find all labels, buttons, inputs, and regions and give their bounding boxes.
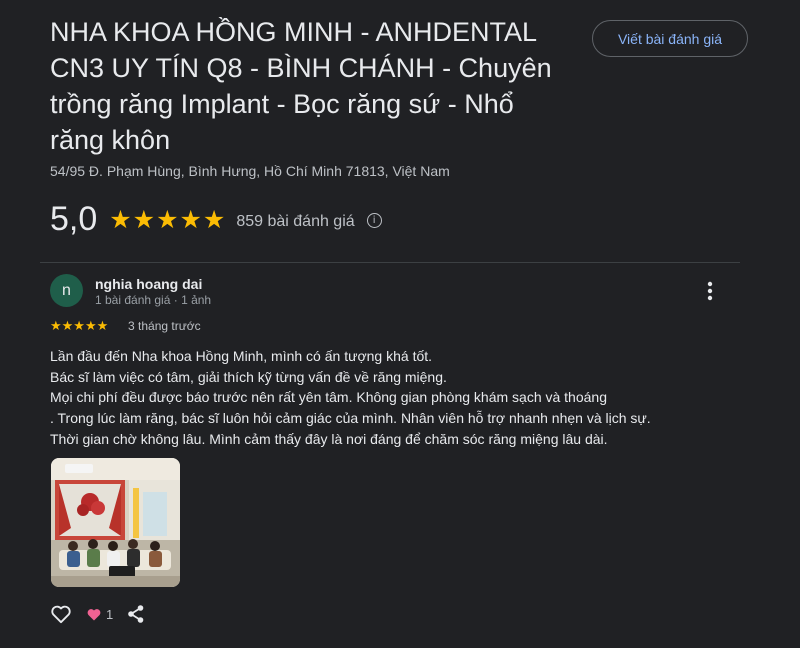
heart-outline-icon[interactable] (50, 604, 72, 624)
review-count[interactable]: 859 bài đánh giá (236, 213, 354, 231)
rating-value: 5,0 (50, 200, 98, 238)
place-title: NHA KHOA HỒNG MINH - ANHDENTAL CN3 UY TÍ… (50, 14, 595, 158)
review-actions: 1 (50, 604, 145, 624)
review-time: 3 tháng trước (128, 319, 201, 333)
clinic-photo-image (51, 458, 180, 587)
review-text: Lần đầu đến Nha khoa Hồng Minh, mình có … (50, 346, 750, 450)
place-title-line: trồng răng Implant - Bọc răng sứ - Nhổ (50, 89, 514, 119)
reviewer-name[interactable]: nghia hoang dai (95, 276, 202, 292)
review-text-line: Bác sĩ làm việc có tâm, giải thích kỹ từ… (50, 368, 447, 385)
review-photo[interactable] (51, 458, 180, 587)
place-title-line: răng khôn (50, 125, 171, 155)
place-title-line: NHA KHOA HỒNG MINH - ANHDENTAL (50, 17, 538, 47)
place-title-line: CN3 UY TÍN Q8 - BÌNH CHÁNH - Chuyên (50, 53, 552, 83)
more-vert-icon[interactable] (700, 280, 720, 302)
share-icon[interactable] (127, 604, 145, 624)
review-text-line: Mọi chi phí đều được báo trước nên rất y… (50, 389, 607, 406)
review-text-line: Lần đầu đến Nha khoa Hồng Minh, mình có … (50, 348, 433, 364)
info-icon[interactable]: i (366, 213, 382, 228)
review-stars-icon: ★★★★★ (50, 318, 109, 333)
divider (40, 262, 740, 263)
rating-summary: 5,0 ★★★★★ 859 bài đánh giá i (50, 200, 382, 239)
review-text-line: Thời gian chờ không lâu. Mình cảm thấy đ… (50, 430, 608, 447)
review-text-line: . Trong lúc làm răng, bác sĩ luôn hỏi cả… (50, 410, 651, 427)
reviewer-meta: 1 bài đánh giá · 1 ảnh (95, 293, 212, 307)
write-review-button[interactable]: Viết bài đánh giá (592, 20, 748, 57)
rating-stars-icon: ★★★★★ (109, 205, 227, 234)
heart-reaction-icon (87, 608, 101, 620)
reaction-summary[interactable]: 1 (86, 607, 113, 622)
place-address: 54/95 Đ. Phạm Hùng, Bình Hưng, Hồ Chí Mi… (50, 163, 450, 179)
avatar[interactable]: n (50, 274, 83, 307)
reaction-count: 1 (106, 606, 114, 622)
